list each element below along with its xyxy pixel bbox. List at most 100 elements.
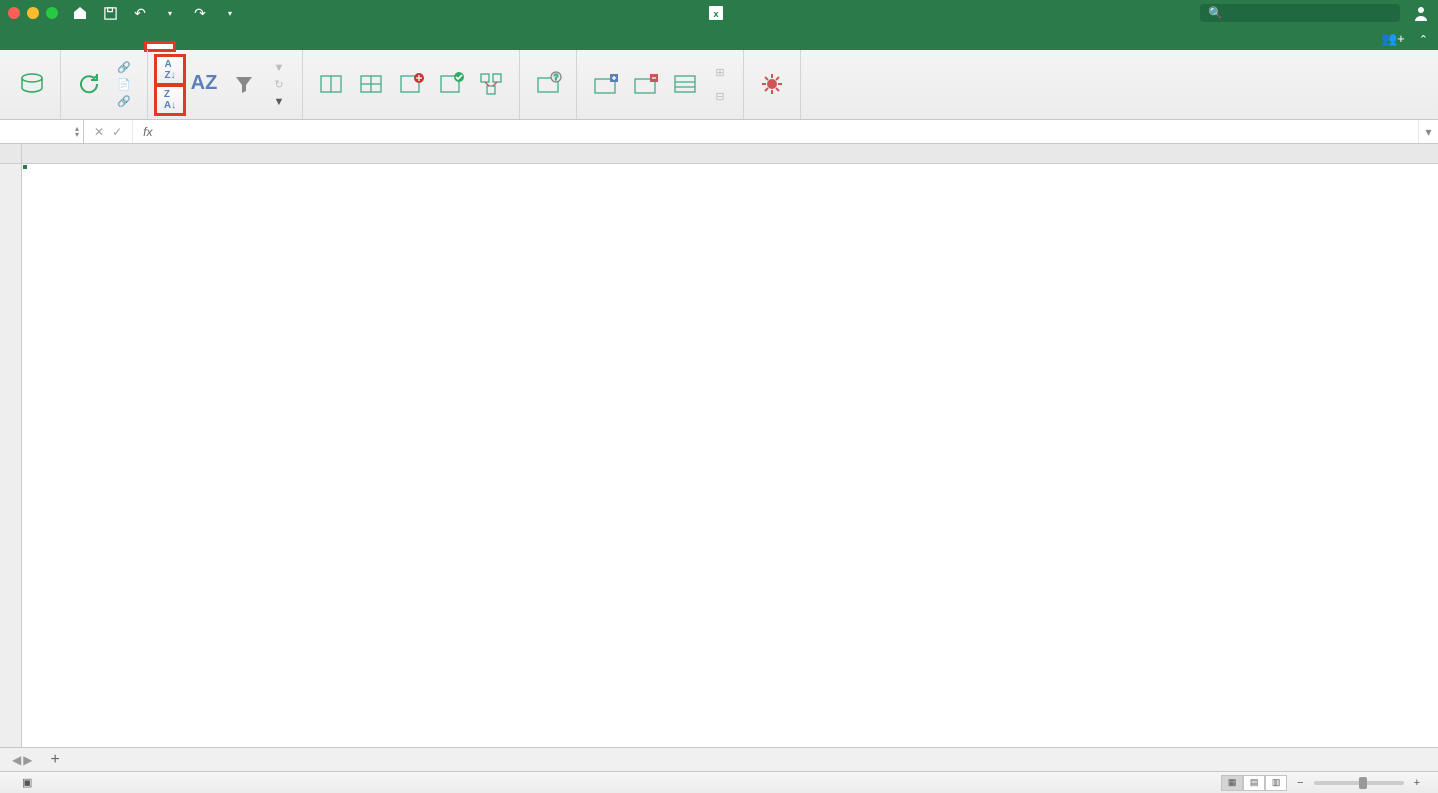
filter-button[interactable]	[224, 52, 264, 117]
sort-az-icon: AZ↓	[164, 59, 175, 81]
data-validation-button[interactable]	[431, 52, 471, 117]
sort-za-icon: ZA↓	[164, 89, 176, 111]
zoom-out-button[interactable]: −	[1297, 777, 1303, 789]
sheet-nav-prev[interactable]: ◀	[12, 753, 21, 767]
edit-links-button[interactable]: 🔗	[113, 94, 139, 110]
flash-fill-button[interactable]	[351, 52, 391, 117]
name-box[interactable]: ▴▾	[0, 120, 84, 143]
svg-text:?: ?	[554, 73, 559, 82]
sort-descending-button[interactable]: ZA↓	[156, 86, 184, 114]
tab-data[interactable]	[146, 43, 174, 50]
ungroup-icon	[629, 68, 661, 100]
text-to-columns-icon	[315, 68, 347, 100]
tab-draw[interactable]	[62, 43, 90, 50]
get-external-data-button[interactable]	[12, 52, 52, 117]
subtotal-button[interactable]	[665, 52, 705, 117]
close-window[interactable]	[8, 7, 20, 19]
redo-icon[interactable]: ↷	[192, 5, 208, 21]
sheet-nav-next[interactable]: ▶	[23, 753, 32, 767]
properties-button[interactable]: 📄	[113, 77, 139, 93]
user-account-icon[interactable]	[1412, 4, 1430, 22]
analysis-group	[744, 50, 801, 119]
tab-insert[interactable]	[34, 43, 62, 50]
get-external-data-icon	[16, 68, 48, 100]
hide-detail-button[interactable]: ⊟	[709, 89, 735, 105]
select-all-corner[interactable]	[0, 144, 22, 164]
consolidate-icon	[475, 68, 507, 100]
tab-formulas[interactable]	[118, 43, 146, 50]
sort-filter-group: AZ↓ ZA↓ AZ ▼ ↻ ▼	[148, 50, 303, 119]
formula-bar: ▴▾ ✕ ✓ fx ▾	[0, 120, 1438, 144]
group-button[interactable]	[585, 52, 625, 117]
fill-handle[interactable]	[22, 164, 28, 170]
search-sheet-input[interactable]: 🔍	[1200, 4, 1400, 22]
whatif-analysis-button[interactable]: ?	[528, 52, 568, 117]
share-button[interactable]: 👥+	[1381, 31, 1409, 47]
search-icon: 🔍	[1208, 6, 1223, 20]
tab-review[interactable]	[174, 43, 202, 50]
sort-ascending-button[interactable]: AZ↓	[156, 56, 184, 84]
hide-detail-icon: ⊟	[713, 90, 727, 104]
subtotal-icon	[669, 68, 701, 100]
tab-home[interactable]	[6, 43, 34, 50]
cells-area[interactable]	[22, 164, 1438, 747]
zoom-in-button[interactable]: +	[1414, 777, 1420, 789]
filter-icon	[228, 68, 260, 100]
name-box-spinner[interactable]: ▴▾	[75, 126, 79, 138]
tab-view[interactable]	[202, 43, 230, 50]
document-title: x	[709, 6, 729, 20]
whatif-group: ?	[520, 50, 577, 119]
tab-page-layout[interactable]	[90, 43, 118, 50]
view-normal[interactable]: ▦	[1221, 775, 1243, 791]
view-mode-buttons: ▦ ▤ ▥	[1221, 775, 1287, 791]
data-tools-group	[303, 50, 520, 119]
excel-doc-icon: x	[709, 6, 723, 20]
qat-customize[interactable]: ▾	[222, 5, 238, 21]
expand-formula-bar[interactable]: ▾	[1418, 120, 1438, 143]
svg-text:x: x	[713, 9, 718, 19]
view-page-break[interactable]: ▥	[1265, 775, 1287, 791]
ungroup-button[interactable]	[625, 52, 665, 117]
get-external-data-group	[4, 50, 61, 119]
minimize-window[interactable]	[27, 7, 39, 19]
show-detail-button[interactable]: ⊞	[709, 65, 735, 81]
save-icon[interactable]	[102, 5, 118, 21]
sort-button[interactable]: AZ	[184, 52, 224, 117]
whatif-icon: ?	[532, 68, 564, 100]
undo-icon[interactable]: ↶	[132, 5, 148, 21]
home-icon[interactable]	[72, 5, 88, 21]
column-headers	[22, 144, 1438, 164]
add-sheet-button[interactable]: +	[40, 751, 69, 769]
refresh-all-button[interactable]	[69, 52, 109, 117]
edit-links-icon: 🔗	[117, 95, 131, 109]
quick-access-toolbar: ↶ ▾ ↷ ▾	[72, 5, 238, 21]
clear-icon: ▼	[272, 61, 286, 75]
analysis-tools-button[interactable]	[752, 52, 792, 117]
tab-developer[interactable]	[230, 43, 258, 50]
ribbon-data: 🔗 📄 🔗 AZ↓ ZA↓ AZ ▼ ↻ ▼ ?	[0, 50, 1438, 120]
remove-duplicates-button[interactable]	[391, 52, 431, 117]
advanced-filter-button[interactable]: ▼	[268, 94, 294, 110]
maximize-window[interactable]	[46, 7, 58, 19]
fx-icon[interactable]: fx	[133, 125, 162, 139]
clear-filter-button[interactable]: ▼	[268, 60, 294, 76]
reapply-button[interactable]: ↻	[268, 77, 294, 93]
undo-dropdown[interactable]: ▾	[162, 5, 178, 21]
group-icon	[589, 68, 621, 100]
enter-formula-icon[interactable]: ✓	[112, 125, 122, 139]
text-to-columns-button[interactable]	[311, 52, 351, 117]
view-page-layout[interactable]: ▤	[1243, 775, 1265, 791]
cancel-formula-icon[interactable]: ✕	[94, 125, 104, 139]
properties-icon: 📄	[117, 78, 131, 92]
consolidate-button[interactable]	[471, 52, 511, 117]
macro-record-icon[interactable]: ▣	[22, 776, 32, 789]
sort-icon: AZ	[188, 68, 220, 100]
zoom-slider[interactable]	[1314, 781, 1404, 785]
share-icon: 👥+	[1381, 31, 1405, 47]
outline-group: ⊞ ⊟	[577, 50, 744, 119]
connections-button[interactable]: 🔗	[113, 60, 139, 76]
window-controls	[8, 7, 58, 19]
data-validation-icon	[435, 68, 467, 100]
connections-icon: 🔗	[117, 61, 131, 75]
collapse-ribbon-icon[interactable]: ⌃	[1419, 33, 1428, 46]
